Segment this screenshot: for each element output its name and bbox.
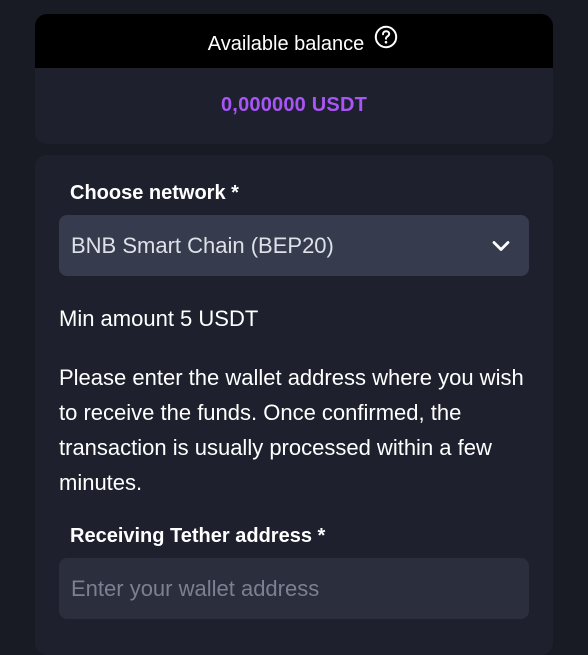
balance-header: Available balance	[35, 14, 553, 68]
instructions-text: Please enter the wallet address where yo…	[59, 365, 524, 495]
network-select[interactable]: BNB Smart Chain (BEP20)	[59, 215, 529, 276]
balance-card: Available balance 0,000000 USDT	[35, 14, 553, 144]
address-label: Receiving Tether address *	[70, 525, 326, 547]
wallet-address-input[interactable]	[59, 558, 529, 619]
available-balance-label: Available balance	[207, 32, 365, 55]
chevron-down-icon	[491, 239, 511, 253]
network-selected-value: BNB Smart Chain (BEP20)	[71, 232, 334, 258]
balance-value: 0,000000 USDT	[220, 94, 368, 116]
question-circle-icon[interactable]	[374, 25, 398, 49]
network-label: Choose network *	[70, 182, 239, 204]
min-amount-text: Min amount 5 USDT	[59, 306, 259, 331]
withdraw-form: Choose network * BNB Smart Chain (BEP20)…	[35, 155, 553, 655]
